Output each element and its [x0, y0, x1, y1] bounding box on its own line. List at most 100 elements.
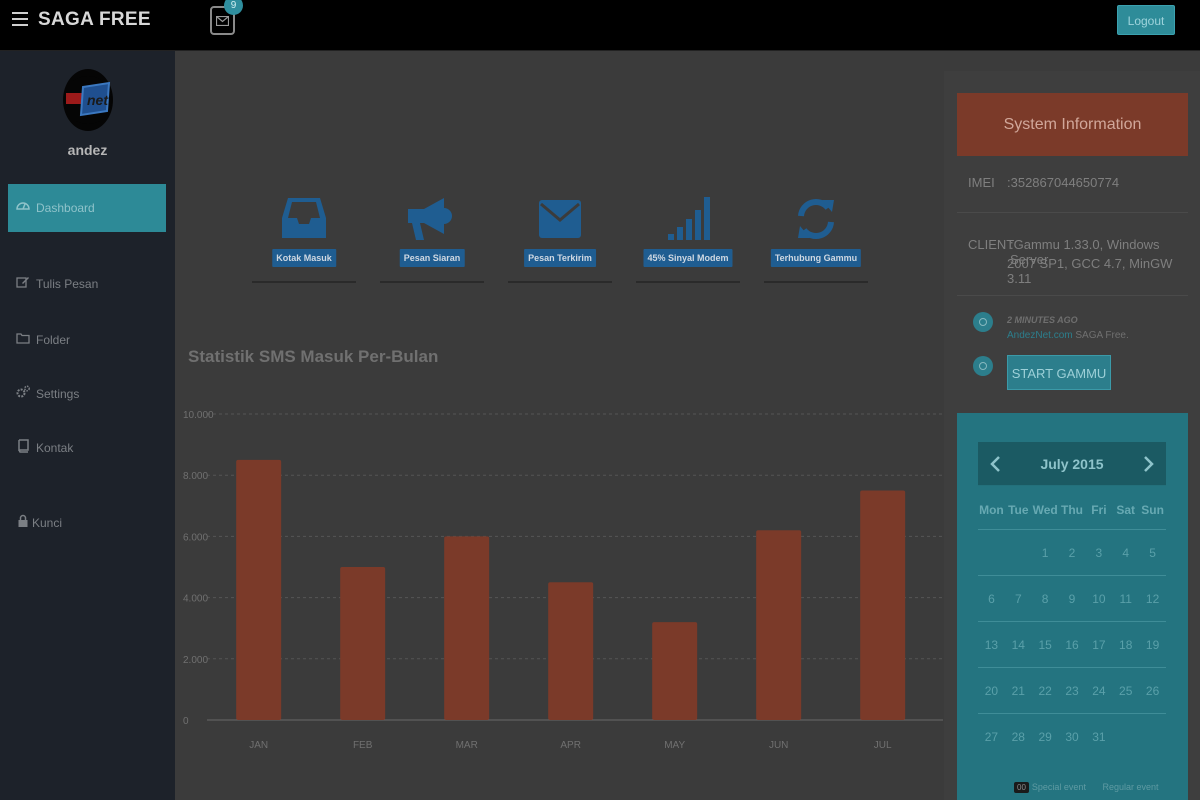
calendar-day[interactable]: 31	[1085, 714, 1112, 760]
calendar-day[interactable]: 2	[1059, 530, 1086, 575]
y-tick-label: 8.000	[183, 471, 208, 482]
sidebar-item-label: Tulis Pesan	[36, 277, 99, 291]
x-tick-label: FEB	[353, 740, 373, 751]
calendar-day[interactable]: 24	[1085, 668, 1112, 713]
calendar-day[interactable]: 9	[1059, 576, 1086, 621]
tile-terhubung-gammu[interactable]: Terhubung Gammu	[764, 194, 868, 284]
calendar-week-row: 20 21 22 23 24 25 26	[978, 668, 1166, 714]
sidebar-item-label: Folder	[36, 333, 71, 347]
tile-label: 45% Sinyal Modem	[643, 249, 733, 267]
calendar-day[interactable]: 15	[1032, 622, 1059, 667]
tile-label: Pesan Siaran	[399, 249, 465, 267]
calendar-day[interactable]: 21	[1005, 668, 1032, 713]
calendar-day[interactable]: 18	[1112, 622, 1139, 667]
dashboard-icon	[16, 202, 30, 210]
tile-label: Kotak Masuk	[272, 249, 336, 267]
tile-sinyal-modem[interactable]: 45% Sinyal Modem	[636, 194, 740, 284]
chevron-right-icon[interactable]	[1138, 454, 1158, 474]
legend-regular-event: Regular event	[1102, 782, 1159, 792]
calendar-day	[1112, 714, 1139, 760]
calendar-day[interactable]: 25	[1112, 668, 1139, 713]
weekday-label: Mon	[979, 503, 1004, 517]
calendar-day[interactable]: 23	[1059, 668, 1086, 713]
calendar-day[interactable]: 22	[1032, 668, 1059, 713]
calendar-day[interactable]: 6	[978, 576, 1005, 621]
sidebar-item-kontak[interactable]: Kontak	[8, 424, 166, 472]
inbox-icon	[282, 198, 326, 238]
edit-icon	[16, 277, 29, 288]
x-tick-label: JAN	[249, 740, 268, 751]
calendar-day[interactable]: 8	[1032, 576, 1059, 621]
tile-label: Pesan Terkirim	[524, 249, 596, 267]
calendar-weekday-row: Mon Tue Wed Thu Fri Sat Sun	[978, 494, 1166, 530]
signal-icon	[668, 197, 710, 240]
tile-pesan-siaran[interactable]: Pesan Siaran	[380, 194, 484, 284]
tile-divider	[636, 281, 740, 283]
weekday-label: Wed	[1032, 503, 1058, 517]
andeznet-link[interactable]: AndezNet.com	[1007, 330, 1073, 341]
calendar-day[interactable]: 10	[1085, 576, 1112, 621]
chart-bar	[236, 459, 282, 720]
calendar-week-row: 6 7 8 9 10 11 12	[978, 576, 1166, 622]
calendar-day[interactable]: 1	[1032, 530, 1059, 575]
calendar-day[interactable]: 19	[1139, 622, 1166, 667]
messages-count-badge: 9	[224, 0, 243, 15]
y-tick-label: 6.000	[183, 532, 208, 543]
hamburger-menu-icon[interactable]	[12, 12, 28, 28]
y-tick-label: 4.000	[183, 594, 208, 605]
activity-dot-icon	[973, 312, 993, 332]
calendar-day[interactable]: 12	[1139, 576, 1166, 621]
tile-kotak-masuk[interactable]: Kotak Masuk	[252, 194, 356, 284]
sidebar-item-label: Settings	[36, 387, 80, 401]
calendar-week-row: 13 14 15 16 17 18 19	[978, 622, 1166, 668]
weekday-label: Sat	[1116, 503, 1136, 517]
x-tick-label: JUL	[874, 740, 892, 751]
sidebar-item-settings[interactable]: Settings	[8, 370, 166, 418]
calendar-day[interactable]: 13	[978, 622, 1005, 667]
sidebar-item-tulis-pesan[interactable]: Tulis Pesan	[8, 260, 166, 308]
calendar-day[interactable]: 14	[1005, 622, 1032, 667]
calendar-day[interactable]: 30	[1059, 714, 1086, 760]
calendar-grid: Mon Tue Wed Thu Fri Sat Sun 1 2 3 4 5 6 …	[978, 494, 1166, 760]
start-gammu-button[interactable]: START GAMMU	[1007, 355, 1111, 390]
tile-pesan-terkirim[interactable]: Pesan Terkirim	[508, 194, 612, 284]
chart-title: Statistik SMS Masuk Per-Bulan	[188, 347, 439, 366]
calendar-week-row: 1 2 3 4 5	[978, 530, 1166, 576]
logout-button[interactable]: Logout	[1117, 5, 1175, 35]
x-tick-label: APR	[560, 740, 581, 751]
sidebar-item-dashboard[interactable]: Dashboard	[8, 184, 166, 232]
calendar-day[interactable]: 3	[1085, 530, 1112, 575]
cogs-icon	[16, 385, 30, 398]
calendar-day	[1139, 714, 1166, 760]
calendar-day[interactable]: 26	[1139, 668, 1166, 713]
sidebar-item-folder[interactable]: Folder	[8, 316, 166, 364]
calendar-day[interactable]: 27	[978, 714, 1005, 760]
weekday-label: Tue	[1008, 503, 1029, 517]
calendar-day[interactable]: 28	[1005, 714, 1032, 760]
weekday-label: Fri	[1091, 503, 1107, 517]
sms-bar-chart: 0 2.000 4.000 6.000 8.000 10.000 JAN FEB MAR APR M…	[183, 410, 943, 751]
lock-icon	[18, 514, 28, 527]
andeznet-logo-icon: net	[64, 76, 112, 124]
sidebar-item-kunci[interactable]: Kunci	[8, 499, 166, 547]
calendar-day[interactable]: 7	[1005, 576, 1032, 621]
client-value-line2: 2007 SP1, GCC 4.7, MinGW 3.11	[1007, 256, 1173, 286]
info-divider	[957, 295, 1188, 296]
username: andez	[67, 142, 108, 158]
calendar-day[interactable]: 16	[1059, 622, 1086, 667]
system-information-header: System Information	[957, 93, 1188, 156]
y-tick-label: 10.000	[183, 410, 214, 421]
calendar-day[interactable]: 29	[1032, 714, 1059, 760]
tile-divider	[764, 281, 868, 283]
imei-label: IMEI	[968, 175, 995, 190]
calendar-day[interactable]: 11	[1112, 576, 1139, 621]
calendar-day[interactable]: 17	[1085, 622, 1112, 667]
avatar: net	[63, 69, 113, 131]
weekday-label: Sun	[1141, 503, 1164, 517]
calendar-day[interactable]: 5	[1139, 530, 1166, 575]
sidebar-item-label: Dashboard	[36, 201, 95, 215]
sidebar: net andez Dashboard Tulis Pesan Folder S…	[0, 51, 175, 800]
calendar-day[interactable]: 20	[978, 668, 1005, 713]
calendar-day[interactable]: 4	[1112, 530, 1139, 575]
right-panel: System Information IMEI :352867044650774…	[944, 71, 1200, 800]
